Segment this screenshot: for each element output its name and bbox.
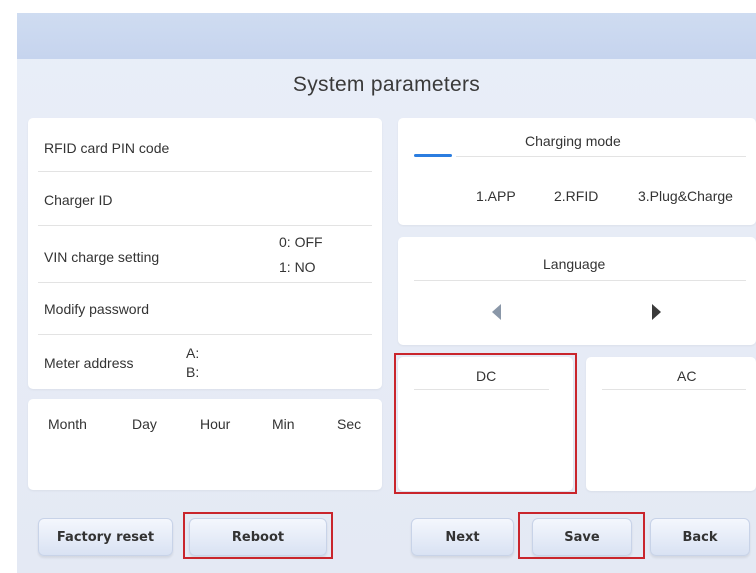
rfid-pin-label: RFID card PIN code bbox=[44, 140, 170, 156]
divider bbox=[456, 156, 746, 157]
language-title: Language bbox=[543, 256, 606, 272]
page-title: System parameters bbox=[292, 73, 481, 96]
vin-charge-label: VIN charge setting bbox=[44, 249, 160, 265]
ac-panel[interactable]: AC bbox=[586, 357, 756, 491]
save-highlight-box bbox=[518, 512, 645, 559]
next-button[interactable]: Next bbox=[411, 518, 514, 556]
charging-mode-tab-indicator bbox=[414, 154, 452, 157]
charging-mode-option-plug-charge[interactable]: 3.Plug&Charge bbox=[638, 188, 733, 204]
charging-mode-panel: Charging mode 1.APP 2.RFID 3.Plug&Charge bbox=[398, 118, 756, 225]
vin-option-no[interactable]: 1: NO bbox=[279, 259, 316, 275]
divider bbox=[414, 280, 746, 281]
month-label[interactable]: Month bbox=[48, 416, 87, 432]
modify-password-row[interactable]: Modify password bbox=[28, 283, 382, 335]
vin-charge-row[interactable]: VIN charge setting 0: OFF 1: NO bbox=[28, 226, 382, 283]
sec-label[interactable]: Sec bbox=[337, 416, 361, 432]
meter-address-row[interactable]: Meter address A: B: bbox=[28, 335, 382, 389]
settings-panel: RFID card PIN code Charger ID VIN charge… bbox=[28, 118, 382, 389]
system-parameters-screen: System parameters RFID card PIN code Cha… bbox=[17, 13, 756, 573]
charger-id-label: Charger ID bbox=[44, 192, 113, 208]
language-panel: Language bbox=[398, 237, 756, 345]
datetime-panel: Month Day Hour Min Sec bbox=[28, 399, 382, 490]
meter-a-label[interactable]: A: bbox=[186, 345, 199, 361]
day-label[interactable]: Day bbox=[132, 416, 157, 432]
rfid-pin-row[interactable]: RFID card PIN code bbox=[28, 118, 382, 170]
hour-label[interactable]: Hour bbox=[200, 416, 230, 432]
charging-mode-option-app[interactable]: 1.APP bbox=[476, 188, 516, 204]
next-language-icon[interactable] bbox=[652, 304, 661, 320]
modify-password-label: Modify password bbox=[44, 301, 150, 317]
charger-id-row[interactable]: Charger ID bbox=[28, 172, 382, 224]
meter-address-label: Meter address bbox=[44, 355, 134, 371]
charging-mode-option-rfid[interactable]: 2.RFID bbox=[554, 188, 598, 204]
min-label[interactable]: Min bbox=[272, 416, 295, 432]
reboot-highlight-box bbox=[183, 512, 333, 559]
factory-reset-button[interactable]: Factory reset bbox=[38, 518, 173, 556]
divider bbox=[602, 389, 746, 390]
vin-option-off[interactable]: 0: OFF bbox=[279, 234, 323, 250]
previous-language-icon[interactable] bbox=[492, 304, 501, 320]
charging-mode-title: Charging mode bbox=[525, 133, 621, 149]
back-button[interactable]: Back bbox=[650, 518, 750, 556]
ac-label: AC bbox=[677, 368, 697, 384]
meter-b-label[interactable]: B: bbox=[186, 364, 199, 380]
top-bar bbox=[17, 13, 756, 59]
dc-highlight-box bbox=[394, 353, 577, 494]
